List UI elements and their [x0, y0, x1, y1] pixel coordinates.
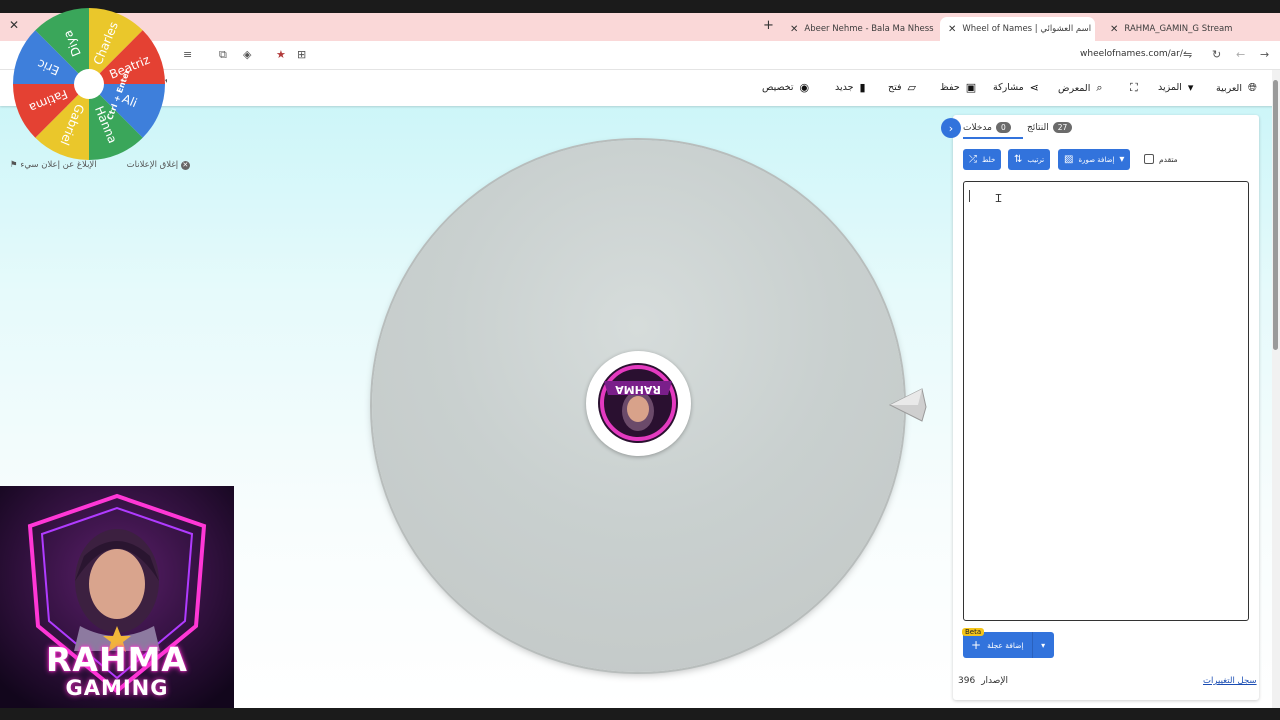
tab-close-icon[interactable]: ✕	[948, 24, 956, 35]
browser-tabbar: ✕ RAHMA_GAMIN_G Stream - Wi ✕ Wheel of N…	[0, 13, 1280, 41]
add-wheel-dropdown[interactable]: ▾	[1031, 632, 1054, 658]
translate-icon[interactable]: ⊞	[297, 48, 306, 61]
tab-entries[interactable]: مدخلات 0	[963, 122, 1011, 133]
forward-icon[interactable]: ←	[1236, 48, 1245, 61]
scrollbar-thumb[interactable]	[1273, 80, 1278, 350]
fullscreen-icon: ⛶	[1130, 81, 1138, 94]
tab-abeer-nehme[interactable]: ✕ Abeer Nehme - Bala Ma Nhess	[782, 17, 934, 41]
sort-button[interactable]: ⇅ ترتيب	[1008, 149, 1051, 170]
taskbar-bottom	[0, 708, 1280, 720]
share-icon: ⋖	[1029, 81, 1039, 94]
globe-icon: 🌐︎	[1247, 81, 1257, 94]
advanced-checkbox[interactable]: متقدم	[1144, 154, 1178, 164]
close-ads-link[interactable]: إغلاق الإعلانات ✕	[127, 160, 193, 170]
tab-rahma-stream[interactable]: ✕ RAHMA_GAMIN_G Stream - Wi	[1102, 17, 1232, 41]
nav-share[interactable]: مشاركة ⋖	[993, 81, 1039, 94]
nav-gallery[interactable]: المعرض ⌕	[1058, 81, 1103, 95]
nav-save[interactable]: حفظ ▣	[940, 81, 976, 94]
address-bar: ≡ ⧉ ◈ ★ ⊞ wheelofnames.com/ar/ ⇋ ↻ ← →	[0, 41, 1280, 70]
tab-results[interactable]: النتائج 27	[1027, 122, 1073, 133]
nav-fullscreen[interactable]: ⛶	[1130, 81, 1138, 95]
text-caret	[969, 190, 970, 202]
new-tab-button[interactable]: +	[763, 18, 774, 33]
shield-icon[interactable]: ◈	[243, 48, 251, 61]
wheel-pointer-icon	[888, 388, 927, 422]
url-field[interactable]: wheelofnames.com/ar/	[1080, 49, 1183, 59]
collapse-panel-button[interactable]: ›	[941, 118, 961, 138]
tab-close-icon[interactable]: ✕	[1110, 24, 1118, 35]
chevron-down-icon: ▾	[1187, 81, 1194, 94]
save-icon: ▣	[965, 81, 977, 94]
back-icon[interactable]: →	[1260, 48, 1269, 61]
entries-textarea[interactable]	[963, 181, 1249, 621]
checkbox-box[interactable]	[1144, 154, 1154, 164]
chevron-down-icon: ▾	[1041, 640, 1046, 650]
version-info: 396 الإصدار	[958, 676, 1009, 686]
nav-customize[interactable]: تخصيص ◉	[762, 81, 809, 94]
palette-icon: ◉	[799, 81, 810, 94]
shuffle-button[interactable]: ⤮ خلط	[963, 149, 1002, 170]
add-image-button[interactable]: ▨ إضافة صورة ▾	[1058, 149, 1131, 170]
search-icon: ⌕	[1096, 81, 1103, 94]
taskbar-top	[0, 0, 1280, 13]
mini-wheel-overlay: Charles Beatriz Ali Hanna Gabriel Fatima…	[13, 8, 167, 160]
text-cursor-icon: Ｉ	[993, 192, 1004, 205]
site-settings-icon[interactable]: ⇋	[1183, 48, 1192, 61]
active-tab-indicator	[963, 137, 1023, 139]
bookmark-star-icon[interactable]: ★	[276, 48, 286, 61]
beta-badge: Beta	[962, 628, 985, 636]
nav-language[interactable]: العربية 🌐︎	[1216, 81, 1257, 95]
webcam-title-line1: RAHMA	[46, 640, 188, 679]
folder-icon: ▱	[907, 81, 917, 94]
tab-wheel-of-names[interactable]: ✕ Wheel of Names | اسم العشوائي	[940, 17, 1095, 41]
chevron-right-icon: ›	[948, 121, 954, 135]
nav-open[interactable]: فتح ▱	[888, 81, 916, 94]
new-file-icon: ▮	[859, 81, 866, 94]
webcam-title-line2: GAMING	[65, 676, 169, 700]
report-ad-link[interactable]: ⚑ الإبلاغ عن إعلان سيء	[10, 160, 97, 170]
plus-icon: +	[971, 638, 982, 652]
reload-icon[interactable]: ↻	[1212, 48, 1221, 61]
site-navbar: العربية 🌐︎ المزيد ▾ ⛶ المعرض ⌕ مشاركة ⋖ …	[0, 70, 1280, 106]
close-circle-icon: ✕	[180, 161, 190, 170]
flag-icon: ⚑	[10, 160, 21, 170]
extensions-icon[interactable]: ⧉	[219, 48, 227, 62]
sort-icon: ⇅	[1014, 154, 1023, 165]
tab-close-icon[interactable]: ✕	[790, 24, 798, 35]
chevron-down-icon: ▾	[1119, 154, 1125, 165]
nav-new[interactable]: جديد ▮	[835, 81, 866, 94]
shuffle-icon: ⤮	[969, 154, 977, 165]
image-icon: ▨	[1064, 154, 1074, 165]
reading-list-icon[interactable]: ≡	[183, 48, 192, 61]
wheel-center-image[interactable]: RAHMA	[586, 351, 691, 456]
nav-more[interactable]: المزيد ▾	[1158, 81, 1193, 94]
ads-controls: ⚑ الإبلاغ عن إعلان سيء إغلاق الإعلانات ✕	[10, 160, 193, 170]
changelog-link[interactable]: سجل التغييرات	[1203, 676, 1257, 686]
svg-text:RAHMA: RAHMA	[615, 383, 661, 396]
